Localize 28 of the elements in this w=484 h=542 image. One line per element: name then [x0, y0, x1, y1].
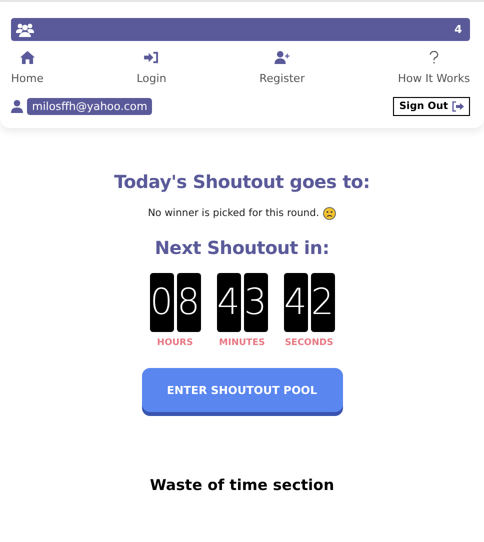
countdown-digit: 8 [176, 273, 200, 332]
sad-face-icon [323, 207, 336, 220]
nav-link[interactable]: Login [136, 51, 166, 85]
countdown-label: HOURS [157, 338, 193, 348]
nav-link[interactable]: How It Works [398, 51, 470, 85]
countdown-digit: 4 [284, 273, 308, 332]
sign-out-icon [452, 101, 464, 112]
winner-message: No winner is picked for this round. [148, 208, 320, 219]
login-icon [144, 51, 159, 64]
countdown-heading: Next Shoutout in: [154, 238, 330, 259]
winner-heading: Today's Shoutout goes to: [114, 172, 370, 193]
countdown-digit: 4 [216, 273, 240, 332]
user-email: milosffh@yahoo.com [27, 98, 152, 115]
question-icon [428, 51, 439, 64]
online-count: 4 [454, 23, 462, 36]
countdown-label: MINUTES [219, 338, 265, 348]
add-user-icon [274, 51, 291, 64]
home-icon [20, 51, 35, 64]
countdown-digit: 2 [310, 273, 334, 332]
countdown-label: SECONDS [284, 338, 334, 348]
sign-out-button[interactable]: Sign Out [393, 97, 470, 116]
user-icon [11, 100, 23, 113]
section-heading: Waste of time section [150, 476, 334, 494]
nav-link[interactable]: Home [11, 51, 44, 85]
nav-link[interactable]: Register [259, 51, 305, 85]
countdown-digit: 3 [244, 273, 268, 332]
countdown-digit: 0 [150, 273, 174, 332]
users-icon [16, 22, 34, 36]
